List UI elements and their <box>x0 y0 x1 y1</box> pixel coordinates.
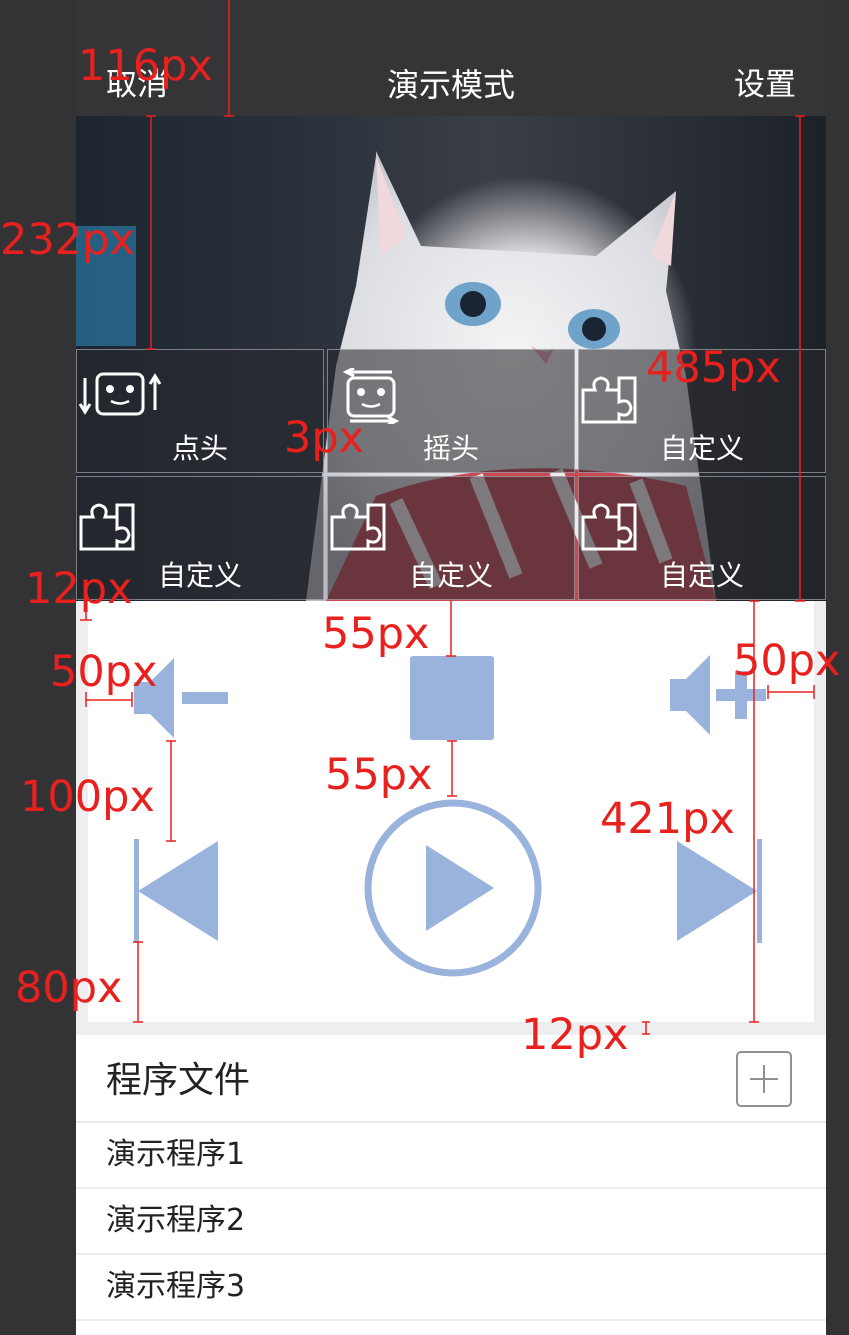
top-bar: 取消 演示模式 设置 <box>76 0 826 116</box>
puzzle-icon <box>328 495 574 551</box>
settings-button[interactable]: 设置 <box>734 66 796 104</box>
add-file-button[interactable] <box>736 1051 792 1107</box>
action-label: 摇头 <box>422 432 479 465</box>
action-tile-custom-2[interactable]: 自定义 <box>76 476 324 600</box>
control-panel <box>76 601 826 1035</box>
plus-icon <box>750 1065 778 1093</box>
action-tile-nod[interactable]: 点头 <box>76 349 324 473</box>
app-screen: 取消 演示模式 设置 点头 摇头 自定义 自定义 自定义 自定义 程序文件 演示… <box>76 0 826 1335</box>
files-title: 程序文件 <box>106 1060 251 1101</box>
action-tile-custom-3[interactable]: 自定义 <box>327 476 575 600</box>
action-grid: 点头 摇头 自定义 自定义 自定义 自定义 <box>76 349 826 601</box>
files-header: 程序文件 <box>76 1035 826 1123</box>
puzzle-icon <box>579 368 825 424</box>
puzzle-icon <box>579 495 825 551</box>
puzzle-icon <box>77 495 323 551</box>
volume-up-icon[interactable] <box>668 651 768 737</box>
action-label: 自定义 <box>408 559 493 592</box>
file-item-label: 演示程序2 <box>106 1203 246 1238</box>
next-icon[interactable] <box>675 839 765 943</box>
stop-button[interactable] <box>410 656 494 740</box>
control-card <box>88 601 814 1022</box>
file-item[interactable]: 演示程序3 <box>76 1255 826 1321</box>
file-item[interactable]: 演示程序1 <box>76 1123 826 1189</box>
shake-head-icon <box>328 368 574 424</box>
program-files-section: 程序文件 演示程序1 演示程序2 演示程序3 <box>76 1035 826 1335</box>
action-tile-custom-1[interactable]: 自定义 <box>578 349 826 473</box>
page-title: 演示模式 <box>386 66 515 104</box>
action-label: 自定义 <box>157 559 242 592</box>
action-tile-shake[interactable]: 摇头 <box>327 349 575 473</box>
nod-head-icon <box>77 368 323 424</box>
action-label: 点头 <box>171 432 228 465</box>
action-tile-custom-4[interactable]: 自定义 <box>578 476 826 600</box>
file-item[interactable]: 演示程序2 <box>76 1189 826 1255</box>
file-item-label: 演示程序3 <box>106 1269 246 1304</box>
action-label: 自定义 <box>659 559 744 592</box>
volume-down-icon[interactable] <box>130 656 230 740</box>
file-item-label: 演示程序1 <box>106 1137 246 1172</box>
action-label: 自定义 <box>659 432 744 465</box>
previous-icon[interactable] <box>134 839 224 943</box>
cat-photo: 点头 摇头 自定义 自定义 自定义 自定义 <box>76 116 826 601</box>
play-button[interactable] <box>364 799 542 977</box>
